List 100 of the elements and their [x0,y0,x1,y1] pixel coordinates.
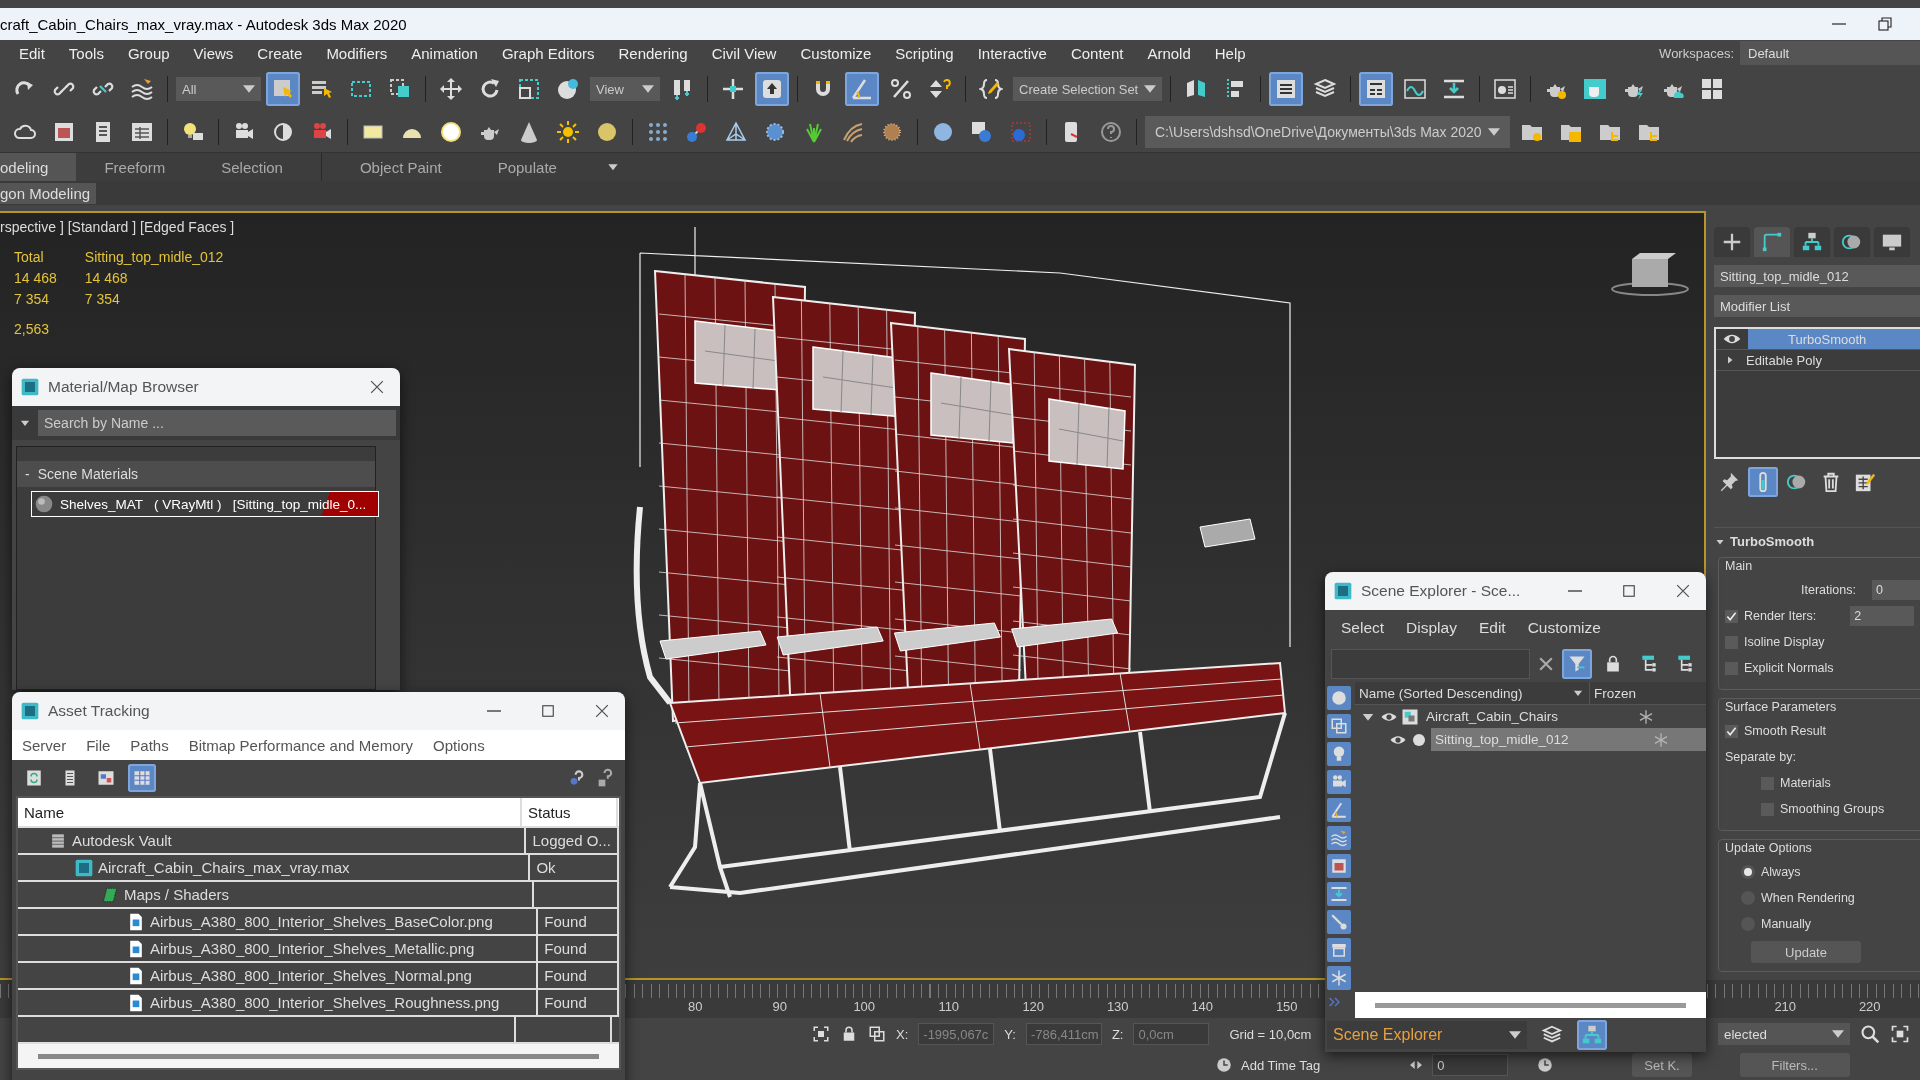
column-header[interactable]: Frozen [1594,685,1637,701]
modifier-item[interactable]: Editable Poly [1742,350,1920,370]
dropdown[interactable]: C:\Users\dshsd\OneDrive\Документы\3ds Max 2020 [1145,116,1510,148]
material-item[interactable]: Shelves_MAT ( VRayMtl ) [Sitting_top_midle_0... [31,491,379,517]
box-icon[interactable] [1327,938,1351,962]
menu-item[interactable]: Server [22,736,67,754]
selection-dropdown[interactable]: elected [1718,1023,1850,1045]
menu-item[interactable]: Display [1406,619,1457,637]
render-iters-spinner[interactable]: 2 [1850,606,1915,626]
frame-field[interactable]: 0 [1432,1054,1509,1076]
menu-item[interactable]: Tools [56,44,116,62]
ribbon-tab[interactable]: Selection [193,153,311,181]
menu-item[interactable]: Edit [7,44,57,62]
maximize-icon [539,702,557,720]
asset-name[interactable]: Airbus_A380_800_Interior_Shelves_Roughness.png [150,994,500,1011]
brush-icon[interactable] [1327,910,1351,934]
ribbon-panel-label[interactable]: gon Modeling [0,182,97,204]
asset-name[interactable]: Aircraft_Cabin_Chairs_max_vray.max [98,859,350,876]
menu-item[interactable]: File [86,736,111,754]
menu-item[interactable]: Customize [1527,619,1601,637]
menu-item[interactable]: Options [433,736,485,754]
frame-label: 90 [771,999,788,1014]
menu-item[interactable]: Group [115,44,182,62]
radio-label: When Rendering [1761,891,1855,905]
picture-icon[interactable] [1327,854,1351,878]
ribbon-tab[interactable]: Populate [469,153,585,181]
panel-icon[interactable] [1359,72,1394,106]
workspaces-dropdown[interactable]: Default [1740,41,1920,65]
arrow-box-icon[interactable] [755,72,789,106]
asset-name[interactable]: Airbus_A380_800_Interior_Shelves_BaseColor.png [150,913,493,930]
dropdown[interactable]: All [176,77,261,101]
menu-item[interactable]: Content [1058,44,1136,62]
ribbon-tab[interactable]: Object Paint [331,153,470,181]
display-tab[interactable] [1874,227,1910,257]
menu-item[interactable]: Edit [1478,619,1506,637]
set-key-button[interactable]: Set K. [1632,1053,1692,1077]
ribbon-tab[interactable]: odeling [0,153,77,181]
group-header[interactable]: Scene Materials [37,466,139,482]
modify-tab[interactable] [1754,227,1790,257]
asset-name[interactable]: Airbus_A380_800_Interior_Shelves_Metallic.png [150,940,475,957]
dropdown[interactable]: View [590,77,660,101]
menu-item[interactable]: Interactive [965,44,1059,62]
motion-tab[interactable] [1834,227,1870,257]
menu-item[interactable]: Scripting [883,44,966,62]
iterations-spinner[interactable]: 0 [1871,580,1920,600]
checkbox-label: Isoline Display [1744,635,1825,649]
column-header[interactable]: Name [24,803,64,821]
test-tube-icon[interactable] [1748,467,1778,497]
ribbon-tab[interactable]: Freeform [76,153,194,181]
scrollbar-thumb[interactable] [38,1053,599,1059]
menu-item[interactable]: Customize [788,44,884,62]
checkbox[interactable] [1725,724,1738,738]
wave-icon[interactable] [1327,826,1351,850]
menu-item[interactable]: Modifiers [314,44,400,62]
menu-item[interactable]: Bitmap Performance and Memory [188,736,413,754]
search-field[interactable] [1331,649,1530,679]
asset-status: Ok [536,859,556,876]
menu-item[interactable]: Graph Editors [489,44,607,62]
menu-item[interactable]: Rendering [606,44,700,62]
filters-button[interactable]: Filters... [1739,1053,1850,1077]
viewcube-icon[interactable] [1610,251,1690,297]
menu-item[interactable]: Create [245,44,315,62]
frame-label: 80 [687,999,704,1014]
app-logo-icon [20,377,40,397]
viewport-label[interactable]: rspective ] [Standard ] [Edged Faces ] [0,219,235,235]
hierarchy-tab[interactable] [1794,227,1830,257]
menu-item[interactable]: Animation [399,44,490,62]
menu-item[interactable]: Civil View [699,44,789,62]
menu-item[interactable]: Help [1202,44,1258,62]
checkbox[interactable] [1725,609,1738,623]
squares-icon[interactable] [1327,714,1351,738]
column-header[interactable]: Name (Sorted Descending) [1359,685,1523,701]
search-field[interactable]: Search by Name ... [38,410,396,436]
update-button[interactable]: Update [1751,941,1861,963]
asset-name[interactable]: Autodesk Vault [72,832,172,849]
modifier-list-dropdown[interactable]: Modifier List [1714,295,1920,317]
grid-icon[interactable] [128,764,156,792]
angle-icon[interactable] [1327,798,1351,822]
create-tab[interactable] [1714,227,1750,257]
radio-button[interactable] [1741,865,1755,879]
angle-icon[interactable] [845,72,879,106]
asset-name[interactable]: Maps / Shaders [124,886,230,903]
menu-item[interactable]: Paths [130,736,169,754]
explorer-dropdown[interactable]: Scene Explorer [1327,1021,1527,1049]
table-icon[interactable] [1269,72,1304,106]
rollout-title[interactable]: TurboSmooth [1730,534,1815,549]
dropdown[interactable]: Create Selection Set [1013,77,1163,101]
collapse-toggle[interactable]: - [25,466,30,482]
menu-item[interactable]: Arnold [1135,44,1203,62]
object-name-field[interactable]: Sitting_top_midle_012 [1714,265,1920,287]
snowflake-icon[interactable] [1327,966,1351,990]
menu-item[interactable]: Views [181,44,246,62]
scrollbar-thumb[interactable] [1375,1002,1686,1008]
caret-icon [1832,1030,1844,1038]
time-tag-label[interactable]: Add Time Tag [1241,1057,1321,1073]
filter-icon[interactable] [1562,649,1592,679]
menu-item[interactable]: Select [1341,619,1385,637]
window-title: Asset Tracking [48,702,151,720]
object-name[interactable]: Aircraft_Cabin_Chairs [1422,705,1585,728]
column-header[interactable]: Status [528,803,571,821]
